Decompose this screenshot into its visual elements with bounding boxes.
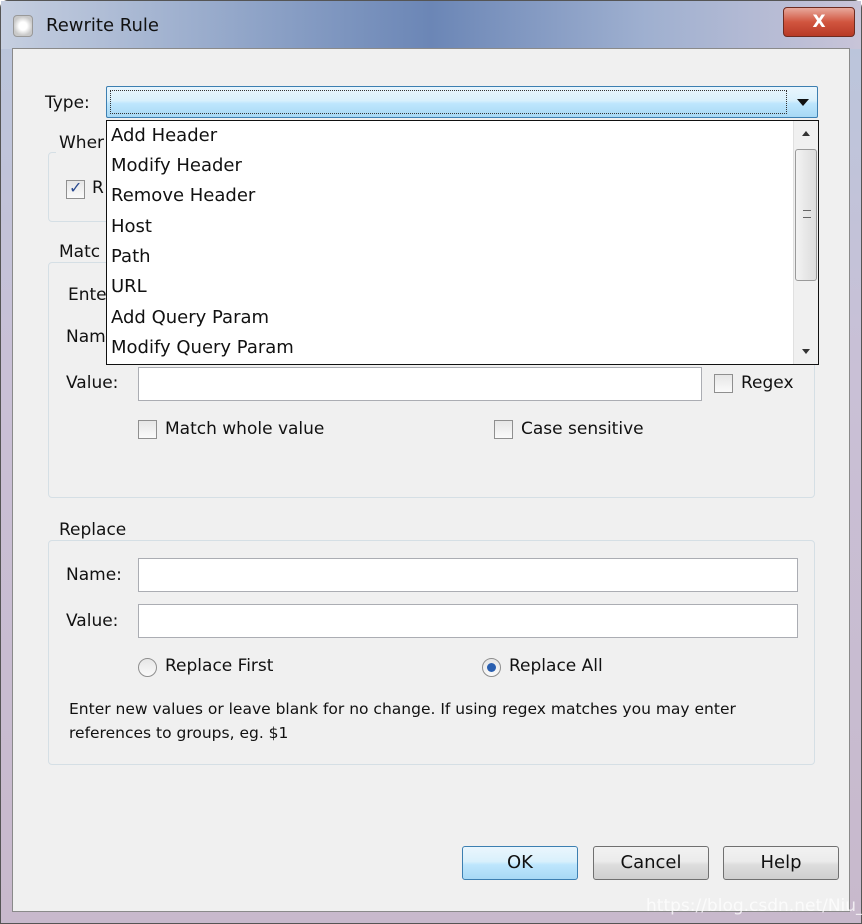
when-checkbox-label: R: [92, 178, 104, 198]
ok-button[interactable]: OK: [462, 846, 578, 880]
replace-value-input[interactable]: [138, 604, 798, 638]
scroll-down-arrow-icon[interactable]: [802, 349, 810, 354]
match-value-input[interactable]: [138, 367, 702, 401]
match-whole-value-label: Match whole value: [165, 419, 325, 439]
match-name-label: Nam: [66, 327, 106, 347]
title-bar[interactable]: Rewrite Rule X: [1, 1, 861, 49]
regex-label: Regex: [741, 373, 794, 393]
type-option-path[interactable]: Path: [111, 246, 151, 267]
replace-all-label: Replace All: [509, 656, 603, 676]
match-group-title: Matc: [56, 242, 104, 262]
scroll-up-arrow-icon[interactable]: [802, 131, 810, 136]
dropdown-scrollbar[interactable]: [793, 121, 818, 364]
replace-first-label: Replace First: [165, 656, 274, 676]
replace-all-radio[interactable]: [482, 658, 501, 677]
replace-help-text-line2: references to groups, eg. $1: [69, 724, 289, 742]
match-hint-text: Ente: [68, 285, 107, 305]
type-dropdown-list: Add Header Modify Header Remove Header H…: [106, 120, 819, 365]
replace-help-text-line1: Enter new values or leave blank for no c…: [69, 700, 736, 718]
watermark: https://blog.csdn.net/Niu_Eva: [646, 896, 862, 916]
type-option-url[interactable]: URL: [111, 276, 147, 297]
replace-first-radio[interactable]: [138, 658, 157, 677]
replace-name-label: Name:: [66, 565, 122, 585]
type-option-remove-header[interactable]: Remove Header: [111, 185, 255, 206]
replace-group-title: Replace: [56, 520, 130, 540]
cancel-button[interactable]: Cancel: [593, 846, 709, 880]
when-checkbox[interactable]: [66, 178, 85, 199]
app-icon: [13, 15, 33, 37]
window-title: Rewrite Rule: [46, 15, 159, 36]
match-value-label: Value:: [66, 373, 119, 393]
type-dropdown[interactable]: [106, 86, 818, 118]
scrollbar-thumb[interactable]: [795, 149, 817, 281]
type-option-host[interactable]: Host: [111, 216, 152, 237]
replace-value-label: Value:: [66, 611, 119, 631]
type-option-modify-query-param[interactable]: Modify Query Param: [111, 337, 294, 358]
chevron-down-icon[interactable]: [797, 99, 809, 106]
type-option-add-header[interactable]: Add Header: [111, 125, 217, 146]
case-sensitive-label: Case sensitive: [521, 419, 644, 439]
close-button[interactable]: X: [783, 7, 855, 37]
type-label: Type:: [45, 93, 90, 113]
type-dropdown-value: [110, 90, 787, 114]
type-option-add-query-param[interactable]: Add Query Param: [111, 307, 269, 328]
case-sensitive-checkbox[interactable]: [494, 420, 513, 439]
replace-name-input[interactable]: [138, 558, 798, 592]
regex-checkbox[interactable]: [714, 374, 733, 393]
grip-icon: [803, 210, 811, 218]
match-whole-value-checkbox[interactable]: [138, 420, 157, 439]
help-button[interactable]: Help: [723, 846, 839, 880]
type-option-modify-header[interactable]: Modify Header: [111, 155, 242, 176]
when-group-title: Wher: [56, 133, 108, 153]
